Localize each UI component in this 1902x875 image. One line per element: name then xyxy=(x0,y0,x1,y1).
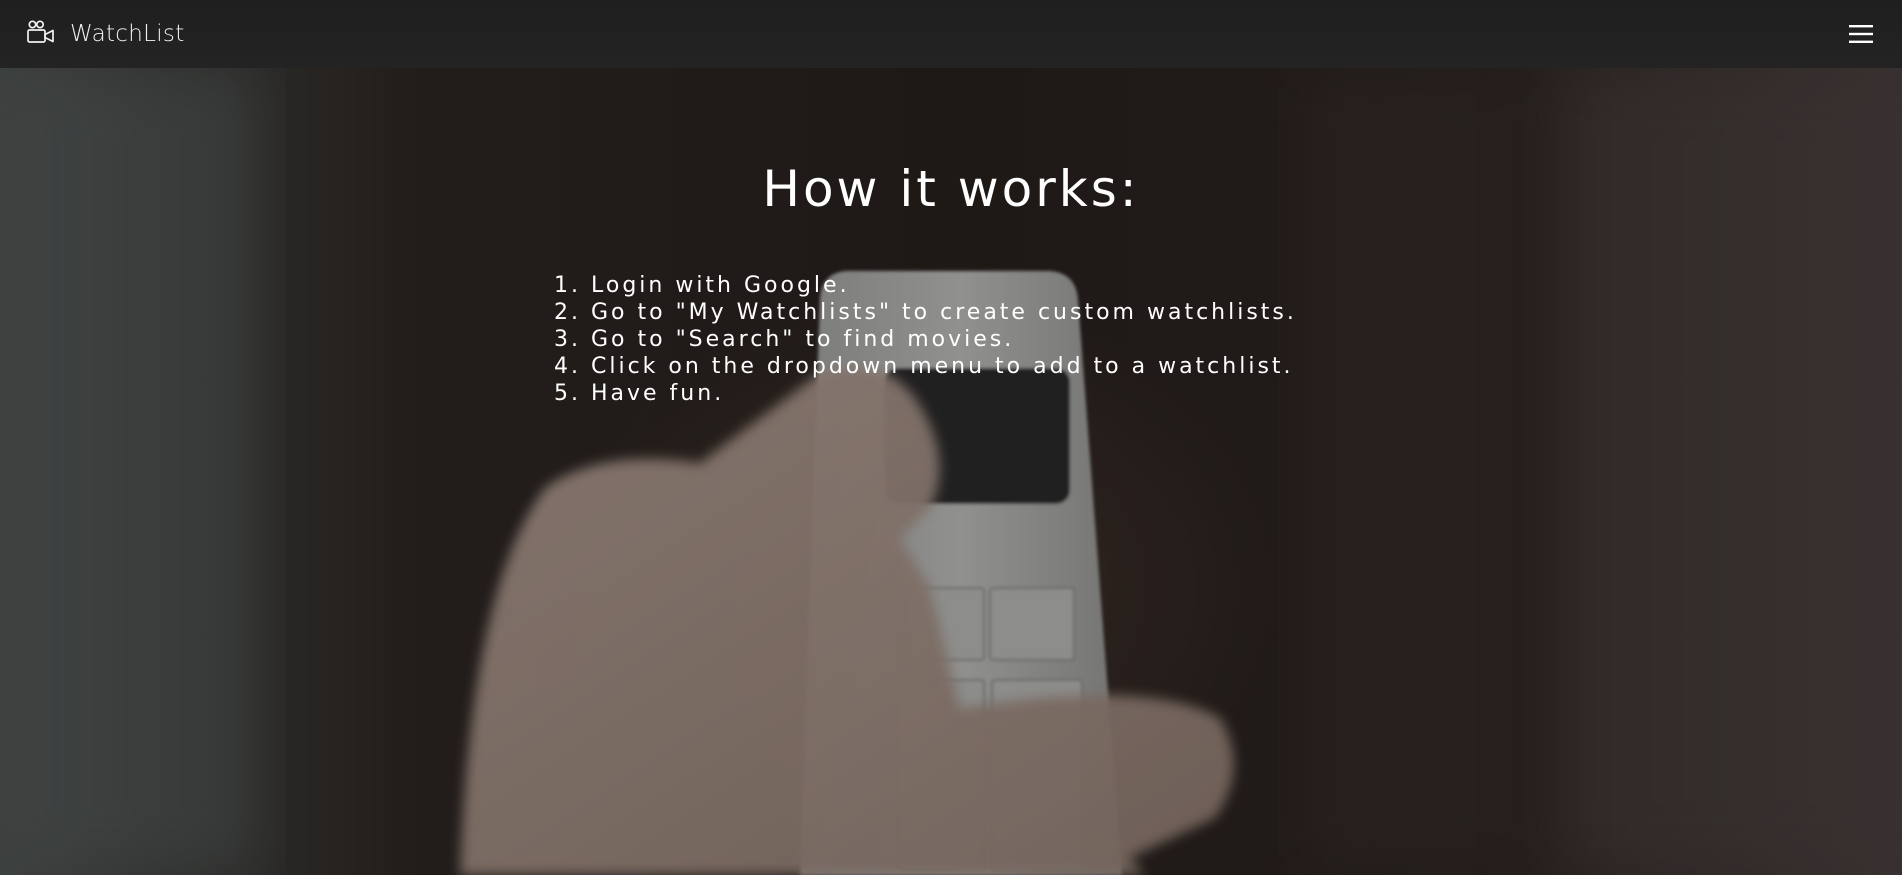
steps-list: 1. Login with Google. 2. Go to "My Watch… xyxy=(554,272,1297,407)
step-item: 1. Login with Google. xyxy=(554,273,850,298)
brand-link[interactable]: WatchList xyxy=(26,19,185,49)
step-item: 4. Click on the dropdown menu to add to … xyxy=(554,354,1294,379)
step-item: 2. Go to "My Watchlists" to create custo… xyxy=(554,300,1297,325)
menu-toggle-button[interactable] xyxy=(1844,17,1878,51)
hamburger-menu-icon xyxy=(1849,25,1873,43)
navbar: WatchList xyxy=(0,0,1902,68)
page-title: How it works: xyxy=(762,160,1140,218)
step-item: 3. Go to "Search" to find movies. xyxy=(554,327,1015,352)
step-item: 5. Have fun. xyxy=(554,381,725,406)
brand-name: WatchList xyxy=(70,21,185,47)
video-camera-icon xyxy=(27,20,54,43)
